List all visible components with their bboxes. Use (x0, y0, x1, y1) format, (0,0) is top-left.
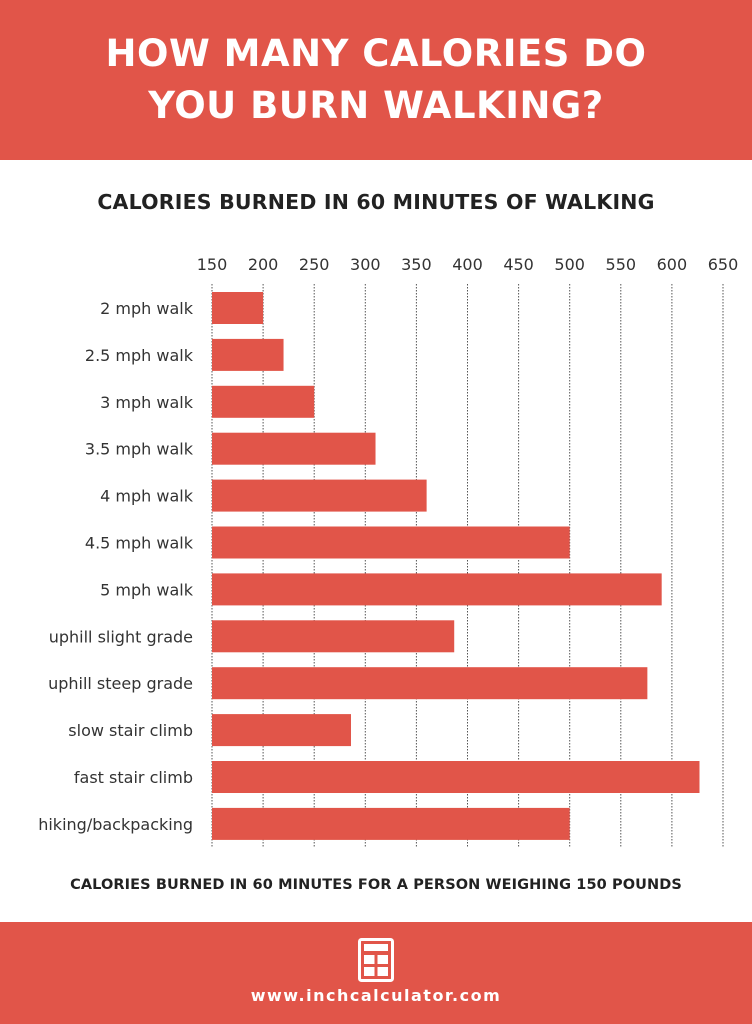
x-axis-ticks: 150 200 250 300 350 400 450 500 550 600 650 (197, 255, 739, 274)
bar (212, 573, 662, 606)
chart-title: CALORIES BURNED IN 60 MINUTES OF WALKING (97, 190, 655, 214)
bar (212, 526, 570, 559)
bars (212, 292, 700, 840)
x-tick-label: 150 (197, 255, 228, 274)
category-label: fast stair climb (74, 768, 193, 787)
bar (212, 807, 570, 840)
calculator-icon (358, 938, 394, 982)
bar (212, 385, 315, 418)
category-label: hiking/backpacking (38, 815, 193, 834)
category-label: 2 mph walk (100, 299, 194, 318)
x-tick-label: 200 (248, 255, 279, 274)
category-label: uphill slight grade (49, 627, 193, 646)
x-tick-label: 350 (401, 255, 432, 274)
x-tick-label: 450 (503, 255, 534, 274)
footer-banner: www.inchcalculator.com (0, 922, 752, 1024)
x-axis-caption: CALORIES BURNED IN 60 MINUTES FOR A PERS… (70, 877, 682, 893)
x-tick-label: 300 (350, 255, 381, 274)
x-tick-label: 250 (299, 255, 330, 274)
bar (212, 667, 648, 700)
bar (212, 338, 284, 371)
x-tick-label: 600 (657, 255, 688, 274)
bar (212, 292, 264, 324)
category-label: 3.5 mph walk (85, 440, 194, 459)
category-label: 2.5 mph walk (85, 346, 194, 365)
category-label: 4.5 mph walk (85, 534, 194, 553)
x-tick-label: 650 (708, 255, 739, 274)
bar (212, 620, 455, 653)
bar-chart: 150 200 250 300 350 400 450 500 550 600 650 2 mph … (38, 255, 739, 847)
category-label: uphill steep grade (48, 674, 193, 693)
header-banner: HOW MANY CALORIES DO YOU BURN WALKING? (0, 0, 752, 160)
bar (212, 761, 700, 793)
x-tick-label: 550 (606, 255, 637, 274)
category-label: 5 mph walk (100, 580, 194, 599)
category-labels: 2 mph walk 2.5 mph walk 3 mph walk 3.5 mph … (38, 299, 194, 834)
x-tick-label: 400 (452, 255, 483, 274)
bar (212, 479, 427, 512)
bar (212, 714, 351, 747)
bar (212, 432, 376, 465)
category-label: slow stair climb (68, 721, 193, 740)
category-label: 4 mph walk (100, 487, 194, 506)
page-title: HOW MANY CALORIES DO YOU BURN WALKING? (105, 32, 647, 127)
x-tick-label: 500 (554, 255, 585, 274)
category-label: 3 mph walk (100, 393, 194, 412)
website-link[interactable]: www.inchcalculator.com (0, 986, 752, 1005)
